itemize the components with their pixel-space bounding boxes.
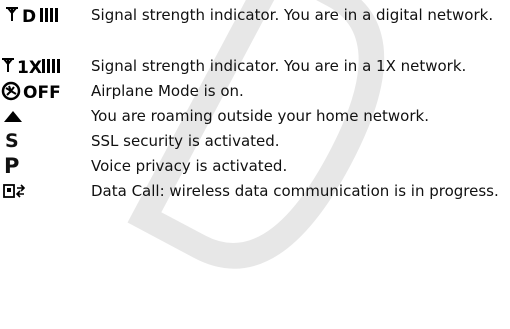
1x-signal-description: Signal strength indicator. You are in a … <box>91 57 467 75</box>
list-item-data-call: Data Call: wireless data communication i… <box>0 179 510 227</box>
ssl-security-description: SSL security is activated. <box>91 132 280 150</box>
ssl-security-icon: S <box>0 129 90 153</box>
1x-network-label: 1X <box>17 58 42 78</box>
roaming-description: You are roaming outside your home networ… <box>91 107 429 125</box>
list-item-digital-signal: D Signal strength indicator. You are in … <box>0 3 510 51</box>
list-item-airplane-mode: OFF Airplane Mode is on. <box>0 79 510 103</box>
list-item-roaming: You are roaming outside your home networ… <box>0 104 510 128</box>
list-item-ssl-security: S SSL security is activated. <box>0 129 510 153</box>
voice-privacy-description: Voice privacy is activated. <box>91 157 288 175</box>
data-call-description: Data Call: wireless data communication i… <box>91 182 499 200</box>
airplane-off-label: OFF <box>23 83 61 103</box>
1x-signal-strength-icon: 1X <box>0 54 90 78</box>
list-item-1x-signal: 1X Signal strength indicator. You are in… <box>0 54 510 78</box>
roaming-triangle-icon <box>0 104 90 128</box>
list-item-voice-privacy: P Voice privacy is activated. <box>0 154 510 178</box>
voice-privacy-p-glyph: P <box>4 154 20 178</box>
airplane-mode-icon: OFF <box>0 79 90 103</box>
voice-privacy-icon: P <box>0 154 90 178</box>
ssl-s-glyph: S <box>5 130 19 152</box>
digital-signal-description: Signal strength indicator. You are in a … <box>91 6 494 24</box>
airplane-mode-description: Airplane Mode is on. <box>91 82 244 100</box>
